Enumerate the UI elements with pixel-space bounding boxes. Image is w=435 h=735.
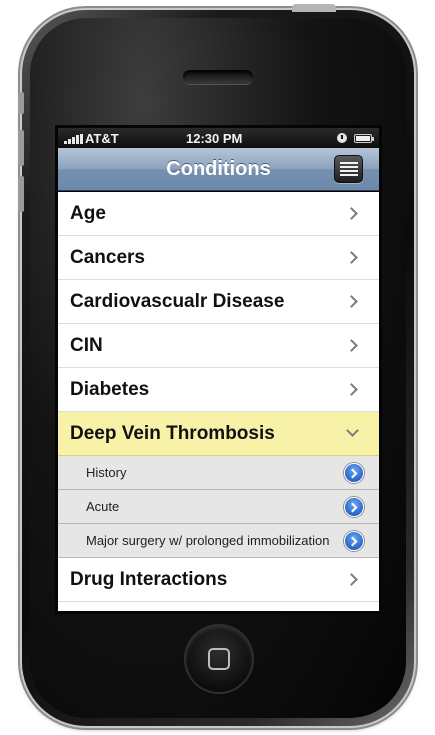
detail-disclosure-icon[interactable] (344, 497, 364, 517)
detail-disclosure-icon[interactable] (344, 463, 364, 483)
chevron-right-icon (345, 383, 358, 396)
list-item-label: CIN (70, 335, 103, 356)
chevron-right-icon (345, 207, 358, 220)
list-item-cancers[interactable]: Cancers (58, 236, 379, 280)
chevron-right-icon (345, 295, 358, 308)
list-icon (340, 162, 358, 176)
list-item-partial[interactable] (58, 602, 379, 611)
signal-strength-icon (64, 134, 84, 144)
volume-up-button (18, 130, 24, 166)
list-item-label: Drug Interactions (70, 569, 228, 590)
list-item-label: Diabetes (70, 379, 150, 400)
alarm-icon (337, 133, 347, 143)
navigation-bar: Conditions (58, 148, 379, 191)
carrier-name: AT&T (85, 131, 119, 146)
sub-item-label: Major surgery w/ prolonged immobilizatio… (86, 533, 330, 548)
list-item-age[interactable]: Age (58, 192, 379, 236)
battery-icon (354, 134, 374, 143)
status-time: 12:30 PM (186, 131, 243, 146)
list-menu-button[interactable] (334, 155, 363, 183)
chevron-right-icon (345, 339, 358, 352)
list-item-label: Cardiovascualr Disease (70, 291, 285, 312)
status-bar: AT&T 12:30 PM (58, 128, 379, 148)
list-item-label: Age (70, 203, 106, 224)
mute-switch (18, 92, 24, 114)
home-button[interactable] (186, 626, 252, 692)
list-item-cin[interactable]: CIN (58, 324, 379, 368)
detail-disclosure-icon[interactable] (344, 531, 364, 551)
chevron-down-icon (346, 424, 359, 437)
sleep-button (292, 4, 336, 12)
sub-item-label: Acute (86, 499, 120, 514)
list-item-cardiovascular-disease[interactable]: Cardiovascualr Disease (58, 280, 379, 324)
phone-screen: AT&T 12:30 PM Conditions Age Cancers Car… (55, 125, 382, 614)
chevron-right-icon (345, 251, 358, 264)
list-item-deep-vein-thrombosis[interactable]: Deep Vein Thrombosis (58, 412, 379, 456)
list-item-drug-interactions[interactable]: Drug Interactions (58, 558, 379, 602)
page-title: Conditions (166, 158, 271, 180)
home-square-icon (208, 648, 230, 670)
chevron-right-icon (345, 573, 358, 586)
conditions-list: Age Cancers Cardiovascualr Disease CIN D… (58, 192, 379, 611)
list-item-diabetes[interactable]: Diabetes (58, 368, 379, 412)
volume-down-button (18, 176, 24, 212)
list-item-label: Cancers (70, 247, 145, 268)
earpiece-speaker (183, 70, 253, 84)
sub-item-major-surgery[interactable]: Major surgery w/ prolonged immobilizatio… (58, 524, 379, 558)
sub-item-acute[interactable]: Acute (58, 490, 379, 524)
sub-item-history[interactable]: History (58, 456, 379, 490)
list-item-label: Deep Vein Thrombosis (70, 423, 275, 444)
sub-item-label: History (86, 465, 127, 480)
